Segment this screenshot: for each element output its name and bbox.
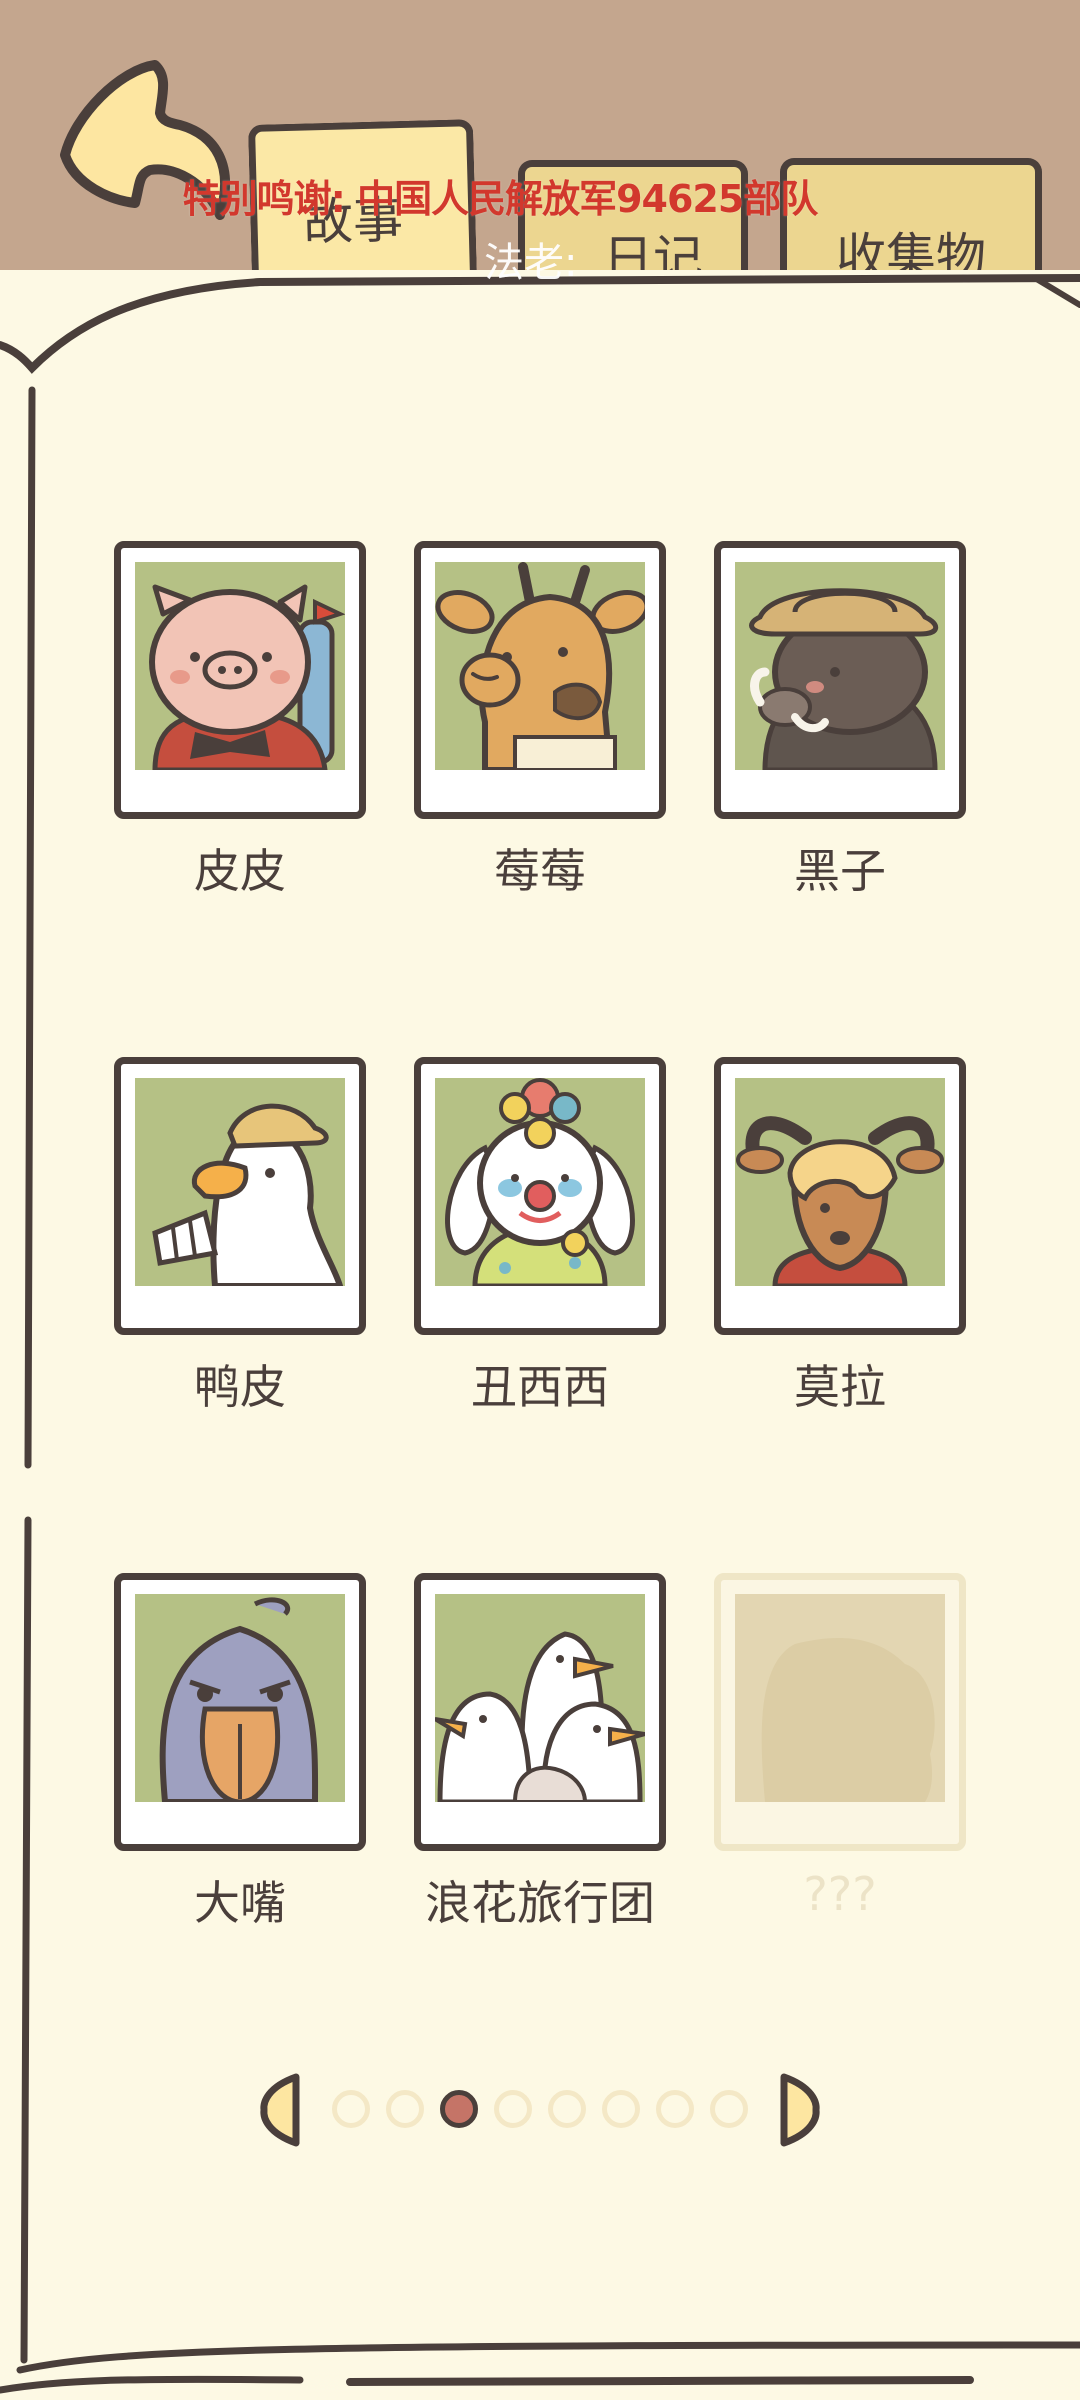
author-overlay-text: 法老: [484, 240, 578, 286]
character-name: 鸭皮 [194, 1360, 286, 1414]
next-page-arrow-icon[interactable] [776, 2072, 822, 2148]
duck-icon [135, 1078, 345, 1286]
character-name: 浪花旅行团 [425, 1876, 655, 1930]
prev-page-arrow-icon[interactable] [258, 2072, 304, 2148]
shoebill-icon [135, 1594, 345, 1802]
page-dot-8[interactable] [710, 2090, 748, 2128]
page-dot-5[interactable] [548, 2090, 586, 2128]
credit-overlay-text: 特别鸣谢: 中国人民解放军94625部队 [182, 177, 819, 221]
character-name: 皮皮 [194, 844, 286, 898]
character-card-mola[interactable] [714, 1057, 966, 1335]
character-card-yapi[interactable] [114, 1057, 366, 1335]
character-name: 黑子 [794, 844, 886, 898]
character-card-dazui[interactable] [114, 1573, 366, 1851]
character-name-locked: ??? [803, 1867, 877, 1921]
character-card-locked[interactable] [714, 1573, 966, 1851]
character-card-meimei[interactable] [414, 541, 666, 819]
boar-icon [735, 562, 945, 770]
clown-dog-icon [435, 1078, 645, 1286]
page-dot-4[interactable] [494, 2090, 532, 2128]
seagulls-icon [435, 1594, 645, 1802]
pig-icon [135, 562, 345, 770]
character-card-langhua[interactable] [414, 1573, 666, 1851]
game-screen: 故事 日记 收集物 特别鸣谢: 中国人民解放军94625部队 法老: 皮皮 莓莓… [0, 0, 1080, 2400]
page-dot-7[interactable] [656, 2090, 694, 2128]
character-card-pipi[interactable] [114, 541, 366, 819]
page-dot-1[interactable] [332, 2090, 370, 2128]
goat-icon [735, 1078, 945, 1286]
character-name: 丑西西 [471, 1360, 609, 1414]
character-name: 莓莓 [494, 844, 586, 898]
character-card-heizi[interactable] [714, 541, 966, 819]
page-dot-6[interactable] [602, 2090, 640, 2128]
character-name: 莫拉 [794, 1360, 886, 1414]
page-dot-2[interactable] [386, 2090, 424, 2128]
giraffe-icon [435, 562, 645, 770]
character-card-chouxixi[interactable] [414, 1057, 666, 1335]
page-dot-3-active[interactable] [440, 2090, 478, 2128]
character-name: 大嘴 [194, 1876, 286, 1930]
unknown-silhouette-icon [735, 1594, 945, 1802]
